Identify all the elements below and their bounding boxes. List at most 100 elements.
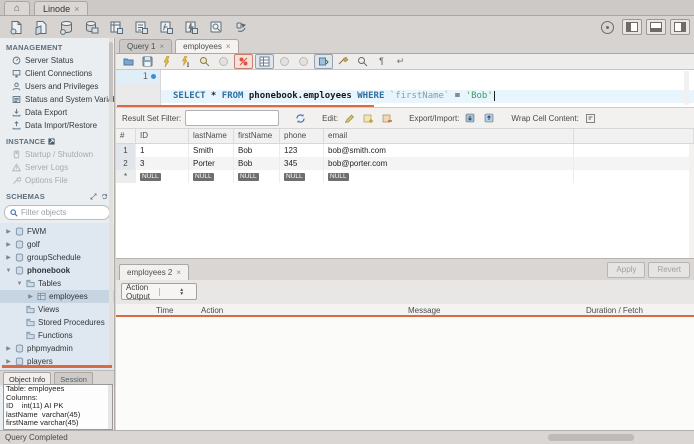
tab-employees-2-result[interactable]: employees 2 × bbox=[119, 263, 190, 280]
cell[interactable]: 3 bbox=[136, 157, 189, 170]
tree-item-tables[interactable]: ▼ Tables bbox=[0, 277, 114, 290]
col-header-lastname[interactable]: lastName bbox=[189, 129, 234, 143]
find-button[interactable] bbox=[354, 55, 371, 68]
toggle-word-wrap-button[interactable]: ↵ bbox=[392, 55, 409, 68]
cell[interactable]: Bob bbox=[234, 144, 280, 157]
cell[interactable]: Porter bbox=[189, 157, 234, 170]
expand-all-icon[interactable] bbox=[90, 193, 97, 200]
create-view-button[interactable] bbox=[104, 18, 129, 37]
tree-item-phonebook[interactable]: ▼ phonebook bbox=[0, 264, 114, 277]
stop-query-button[interactable] bbox=[215, 55, 232, 68]
toggle-limit-rows-button[interactable] bbox=[255, 54, 274, 69]
sql-code-editor[interactable]: 1 SELECT * FROM phonebook.employees WHER… bbox=[116, 70, 694, 107]
close-icon[interactable]: × bbox=[74, 4, 79, 14]
editor-scrollbar[interactable] bbox=[684, 71, 689, 105]
col-header-firstname[interactable]: firstName bbox=[234, 129, 280, 143]
sidebar-item-startup-shutdown[interactable]: Startup / Shutdown bbox=[0, 148, 114, 161]
result-row[interactable]: 1 1 Smith Bob 123 bob@smith.com bbox=[116, 144, 694, 157]
create-table-button[interactable] bbox=[79, 18, 104, 37]
sidebar-scrollbar[interactable] bbox=[109, 38, 113, 368]
tree-item-golf[interactable]: ▶ golf bbox=[0, 238, 114, 251]
tree-item-phpmyadmin[interactable]: ▶ phpmyadmin bbox=[0, 342, 114, 355]
editor-splitter[interactable] bbox=[117, 105, 374, 107]
editor-code[interactable]: SELECT * FROM phonebook.employees WHERE … bbox=[161, 70, 694, 107]
toggle-sidebar-button[interactable] bbox=[622, 19, 642, 35]
col-header-id[interactable]: ID bbox=[136, 129, 189, 143]
new-row-placeholder[interactable]: * NULL NULL NULL NULL NULL bbox=[116, 170, 694, 183]
toggle-secondary-sidebar-button[interactable] bbox=[670, 19, 690, 35]
toggle-autocommit-button[interactable] bbox=[314, 54, 333, 69]
tree-item-functions[interactable]: Functions bbox=[0, 329, 114, 342]
horizontal-scrollbar[interactable] bbox=[548, 434, 634, 441]
object-info-scrollbar[interactable] bbox=[108, 385, 112, 429]
cell[interactable]: 1 bbox=[136, 144, 189, 157]
schema-filter-input[interactable]: Filter objects bbox=[4, 205, 110, 220]
close-icon[interactable]: × bbox=[159, 42, 164, 51]
tree-item-stored-procedures[interactable]: Stored Procedures bbox=[0, 316, 114, 329]
reconnect-server-button[interactable] bbox=[229, 18, 254, 37]
expand-arrow-icon[interactable]: ▶ bbox=[5, 241, 12, 248]
collapse-arrow-icon[interactable]: ▼ bbox=[5, 268, 12, 274]
tab-query-1[interactable]: Query 1 × bbox=[119, 39, 173, 53]
close-icon[interactable]: × bbox=[176, 268, 181, 277]
sidebar-item-data-export[interactable]: Data Export bbox=[0, 106, 114, 119]
tree-item-employees[interactable]: ▶ employees bbox=[0, 290, 114, 303]
toggle-output-panel-button[interactable] bbox=[646, 19, 666, 35]
create-schema-button[interactable] bbox=[54, 18, 79, 37]
new-query-tab-button[interactable] bbox=[4, 18, 29, 37]
output-col-action[interactable]: Action bbox=[201, 306, 408, 315]
commit-button[interactable] bbox=[276, 55, 293, 68]
cell[interactable]: Smith bbox=[189, 144, 234, 157]
create-procedure-button[interactable] bbox=[129, 18, 154, 37]
sidebar-item-data-import-restore[interactable]: Data Import/Restore bbox=[0, 119, 114, 132]
result-row[interactable]: 2 3 Porter Bob 345 bob@porter.com bbox=[116, 157, 694, 170]
explain-query-button[interactable] bbox=[196, 55, 213, 68]
apply-button[interactable]: Apply bbox=[607, 261, 646, 278]
col-header-email[interactable]: email bbox=[324, 129, 574, 143]
sidebar-item-server-status[interactable]: Server Status bbox=[0, 54, 114, 67]
col-header-rownum[interactable]: # bbox=[116, 129, 136, 143]
execute-query-button[interactable] bbox=[158, 55, 175, 68]
output-col-time[interactable]: Time bbox=[156, 306, 201, 315]
expand-arrow-icon[interactable]: ▶ bbox=[27, 293, 34, 300]
expand-arrow-icon[interactable]: ▶ bbox=[5, 228, 12, 235]
output-col-message[interactable]: Message bbox=[408, 306, 586, 315]
home-tab[interactable]: ⌂ bbox=[4, 1, 31, 15]
close-icon[interactable]: × bbox=[226, 42, 231, 51]
create-function-button[interactable] bbox=[154, 18, 179, 37]
expand-arrow-icon[interactable]: ▶ bbox=[5, 358, 12, 365]
collapse-arrow-icon[interactable]: ▼ bbox=[16, 281, 23, 287]
expand-arrow-icon[interactable]: ▶ bbox=[5, 254, 12, 261]
tree-item-views[interactable]: Views bbox=[0, 303, 114, 316]
tab-employees[interactable]: employees × bbox=[175, 39, 239, 53]
revert-button[interactable]: Revert bbox=[648, 261, 690, 278]
output-splitter[interactable] bbox=[116, 314, 694, 317]
sidebar-item-client-connections[interactable]: Client Connections bbox=[0, 67, 114, 80]
sidebar-item-users-privileges[interactable]: Users and Privileges bbox=[0, 80, 114, 93]
refresh-schemas-icon[interactable] bbox=[101, 193, 108, 200]
tree-item-groupschedule[interactable]: ▶ groupSchedule bbox=[0, 251, 114, 264]
output-col-duration[interactable]: Duration / Fetch bbox=[586, 306, 694, 315]
toggle-invisible-chars-button[interactable]: ¶ bbox=[373, 55, 390, 68]
cell[interactable]: bob@smith.com bbox=[324, 144, 574, 157]
sidebar-item-status-system-variables[interactable]: Status and System Variables bbox=[0, 93, 114, 106]
cell[interactable]: bob@porter.com bbox=[324, 157, 574, 170]
search-table-data-button[interactable] bbox=[204, 18, 229, 37]
execute-current-statement-button[interactable] bbox=[177, 55, 194, 68]
sidebar-splitter[interactable] bbox=[2, 365, 112, 368]
spinner-icon[interactable]: ▲ ▼ bbox=[158, 287, 197, 296]
expand-arrow-icon[interactable]: ▶ bbox=[5, 345, 12, 352]
cell[interactable]: Bob bbox=[234, 157, 280, 170]
create-trigger-button[interactable] bbox=[179, 18, 204, 37]
cell[interactable]: 123 bbox=[280, 144, 324, 157]
open-file-button[interactable] bbox=[120, 55, 137, 68]
cell[interactable]: 345 bbox=[280, 157, 324, 170]
toggle-stop-on-error-button[interactable] bbox=[234, 54, 253, 69]
open-sql-script-button[interactable] bbox=[29, 18, 54, 37]
rollback-button[interactable] bbox=[295, 55, 312, 68]
sidebar-item-server-logs[interactable]: Server Logs bbox=[0, 161, 114, 174]
tree-item-fwm[interactable]: ▶ FWM bbox=[0, 225, 114, 238]
grid-scrollbar[interactable] bbox=[689, 144, 694, 258]
connection-tab-linode[interactable]: Linode × bbox=[34, 1, 89, 15]
col-header-phone[interactable]: phone bbox=[280, 129, 324, 143]
